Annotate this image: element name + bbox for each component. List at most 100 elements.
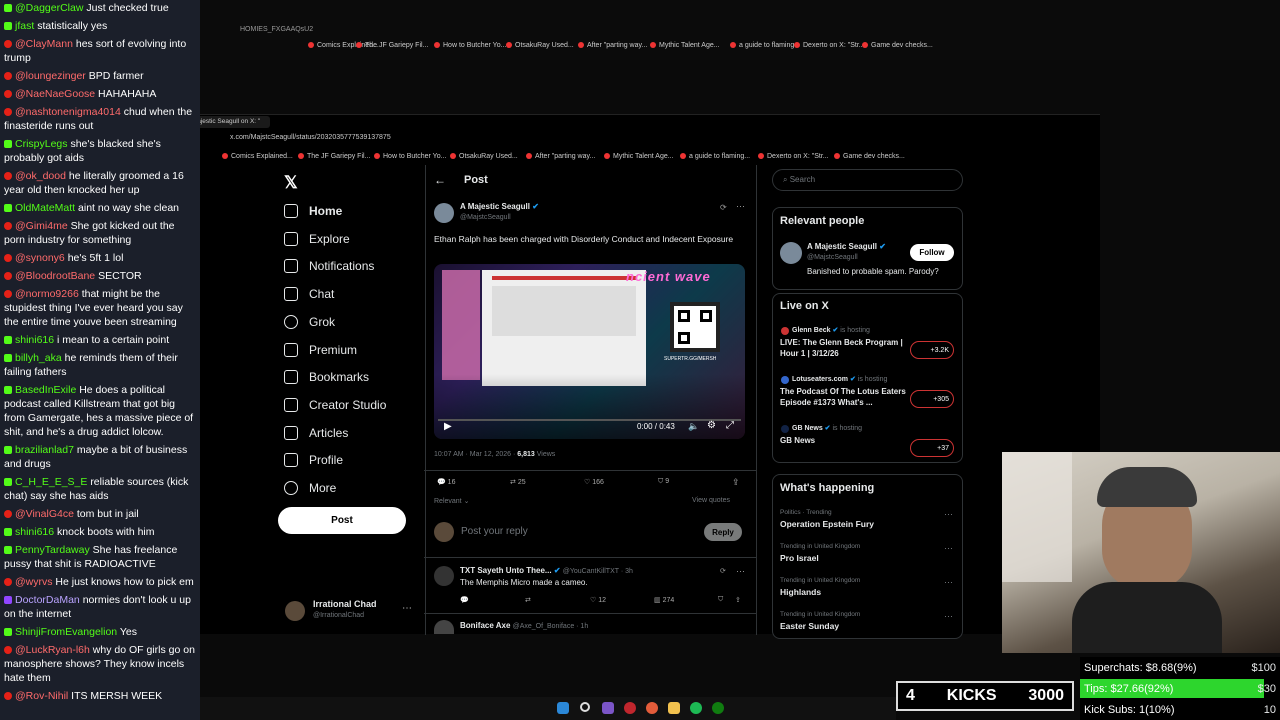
live-title-text[interactable]: The Podcast Of The Lotus Eaters Episode … — [780, 386, 906, 408]
chat-username[interactable]: BasedInExile — [15, 384, 76, 396]
bookmark-item[interactable]: Game dev checks... — [834, 153, 905, 160]
rp-avatar[interactable] — [780, 242, 802, 264]
reply-icon[interactable]: 💬 — [460, 596, 469, 604]
discord-icon[interactable] — [602, 702, 614, 714]
url-bar[interactable]: x.com/MajstcSeagull/status/2032035777539… — [230, 134, 391, 141]
bookmark-item[interactable]: Game dev checks... — [862, 42, 933, 49]
more-dots-icon[interactable]: ⋯ — [944, 543, 953, 554]
more-dots-icon[interactable]: ⋯ — [944, 509, 953, 520]
nav-item-profile[interactable]: Profile — [284, 453, 343, 468]
bookmark-item[interactable]: Mythic Talent Age... — [604, 153, 674, 160]
host-avatar[interactable] — [781, 327, 789, 335]
bookmark-item[interactable]: How to Butcher Yo... — [374, 153, 446, 160]
host-avatar[interactable] — [781, 376, 789, 384]
bookmark-item[interactable]: Dexerto on X: "Str... — [758, 153, 829, 160]
grok-icon[interactable]: ⟳ — [720, 567, 726, 575]
chat-username[interactable]: billyh_aka — [15, 352, 62, 364]
bookmark-item[interactable]: a guide to flaming... — [730, 42, 800, 49]
back-tab[interactable]: HOMIES_FXGAAQsU2 — [240, 26, 313, 33]
live-host[interactable]: Lotuseaters.com ✔ is hosting — [792, 375, 887, 383]
video-player[interactable]: ncient wave SUPERTR.GG/MERSH ▶ 0:00 / 0:… — [434, 264, 745, 439]
reply-avatar[interactable] — [434, 620, 454, 634]
chat-username[interactable]: @Gimi4me — [15, 220, 68, 232]
x-logo-icon[interactable]: 𝕏 — [284, 173, 298, 193]
author-avatar[interactable] — [434, 203, 454, 223]
chat-username[interactable]: @Rov-Nihil — [15, 690, 68, 702]
bookmark-item[interactable]: OtsakuRay Used... — [506, 42, 574, 49]
author-name[interactable]: A Majestic Seagull ✔ — [460, 202, 539, 211]
back-arrow-icon[interactable]: ← — [434, 173, 446, 187]
repost-stat[interactable]: ⇄ 25 — [510, 478, 526, 486]
volume-icon[interactable]: 🔈 — [688, 421, 699, 432]
like-stat[interactable]: ♡ 166 — [584, 478, 604, 486]
live-title-text[interactable]: LIVE: The Glenn Beck Program | Hour 1 | … — [780, 337, 906, 359]
follow-button[interactable]: Follow — [910, 244, 954, 261]
repost-icon[interactable]: ⇄ — [525, 596, 531, 604]
chat-username[interactable]: C_H_E_E_S_E — [15, 476, 87, 488]
listener-count[interactable]: +3.2K — [910, 341, 954, 359]
nav-item-grok[interactable]: Grok — [284, 314, 335, 329]
chat-username[interactable]: shini616 — [15, 334, 54, 346]
nav-item-notifications[interactable]: Notifications — [284, 259, 374, 274]
listener-count[interactable]: +37 — [910, 439, 954, 457]
chat-username[interactable]: shini616 — [15, 526, 54, 538]
reply-avatar[interactable] — [434, 566, 454, 586]
settings-icon[interactable]: ⚙ — [707, 420, 716, 431]
chat-username[interactable]: @LuckRyan-l6h — [15, 644, 90, 656]
view-quotes-link[interactable]: View quotes — [692, 497, 730, 504]
nav-item-explore[interactable]: Explore — [284, 231, 350, 246]
chat-username[interactable]: @loungezinger — [15, 70, 86, 82]
trend-name[interactable]: Pro Israel — [780, 553, 819, 563]
windows-start-icon[interactable] — [557, 702, 569, 714]
chat-username[interactable]: DoctorDaMan — [15, 594, 80, 606]
search-input[interactable]: ⌕ Search — [772, 169, 963, 191]
bookmark-item[interactable]: Mythic Talent Age... — [650, 42, 720, 49]
chat-username[interactable]: @ok_dood — [15, 170, 66, 182]
more-dots-icon[interactable]: ⋯ — [402, 603, 412, 614]
chat-username[interactable]: @wyrvs — [15, 576, 53, 588]
chat-username[interactable]: PennyTardaway — [15, 544, 90, 556]
share-icon[interactable]: ⇪ — [732, 477, 740, 488]
nav-item-more[interactable]: More — [284, 481, 336, 495]
spotify-icon[interactable] — [690, 702, 702, 714]
fullscreen-icon[interactable]: ⤢ — [726, 420, 734, 431]
bookmark-item[interactable]: Dexerto on X: "Str... — [794, 42, 865, 49]
chat-username[interactable]: @BloodrootBane — [15, 270, 95, 282]
host-avatar[interactable] — [781, 425, 789, 433]
nav-item-articles[interactable]: Articles — [284, 425, 348, 440]
chat-username[interactable]: @DaggerClaw — [15, 2, 83, 14]
bookmark-item[interactable]: The JF Gariepy Fil... — [356, 42, 428, 49]
chat-username[interactable]: @ClayMann — [15, 38, 73, 50]
nav-item-bookmarks[interactable]: Bookmarks — [284, 370, 369, 385]
bookmark-item[interactable]: After "parting way... — [526, 153, 595, 160]
trend-name[interactable]: Easter Sunday — [780, 621, 839, 631]
nav-item-premium[interactable]: Premium — [284, 342, 357, 357]
chat-username[interactable]: @VinalG4ce — [15, 508, 74, 520]
chat-username[interactable]: @nashtonenigma4014 — [15, 106, 121, 118]
nav-item-chat[interactable]: Chat — [284, 287, 334, 302]
more-dots-icon[interactable]: ⋯ — [944, 577, 953, 588]
reply-button[interactable]: Reply — [704, 523, 742, 541]
chat-username[interactable]: ShinjiFromEvangelion — [15, 626, 117, 638]
chat-username[interactable]: CrispyLegs — [15, 138, 68, 150]
chat-username[interactable]: OldMateMatt — [15, 202, 75, 214]
search-icon[interactable] — [580, 702, 590, 712]
chat-username[interactable]: brazilianlad7 — [15, 444, 74, 456]
trend-name[interactable]: Operation Epstein Fury — [780, 519, 874, 529]
post-button[interactable]: Post — [278, 507, 406, 534]
like-stat[interactable]: ♡ 12 — [590, 596, 606, 604]
bookmark-stat[interactable]: ⛉ 9 — [658, 478, 669, 486]
sort-relevant[interactable]: Relevant ⌄ — [434, 497, 469, 505]
opera-icon[interactable] — [624, 702, 636, 714]
bookmark-item[interactable]: a guide to flaming... — [680, 153, 750, 160]
views-stat[interactable]: ▥ 274 — [654, 596, 674, 604]
grok-icon[interactable]: ⟳ — [720, 203, 727, 212]
listener-count[interactable]: +305 — [910, 390, 954, 408]
play-icon[interactable]: ▶ — [444, 421, 452, 432]
nav-item-home[interactable]: Home — [284, 204, 342, 218]
bookmark-item[interactable]: OtsakuRay Used... — [450, 153, 518, 160]
live-host[interactable]: Glenn Beck ✔ is hosting — [792, 326, 870, 334]
reply-author[interactable]: Boniface Axe @Axe_Of_Boniface · 1h — [460, 621, 588, 630]
bookmark-item[interactable]: After "parting way... — [578, 42, 647, 49]
chat-username[interactable]: jfast — [15, 20, 34, 32]
